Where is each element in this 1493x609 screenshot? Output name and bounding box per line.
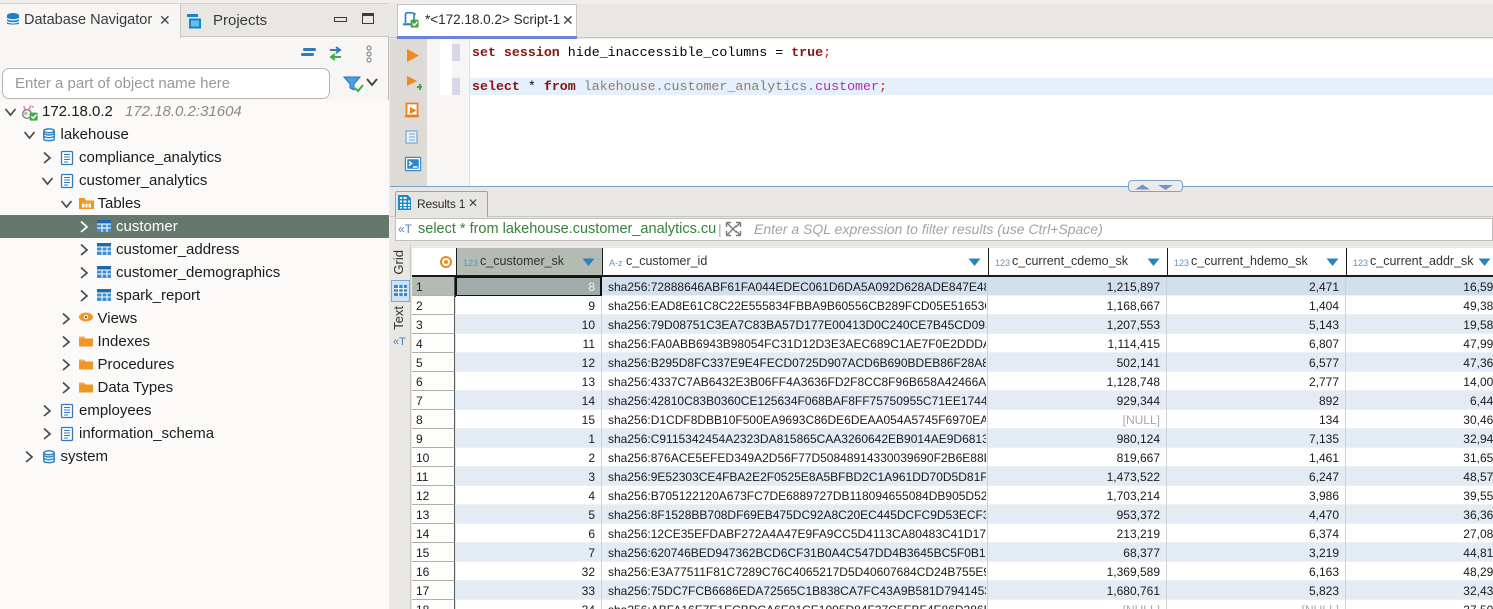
svg-text:«T: «T [398, 222, 413, 236]
